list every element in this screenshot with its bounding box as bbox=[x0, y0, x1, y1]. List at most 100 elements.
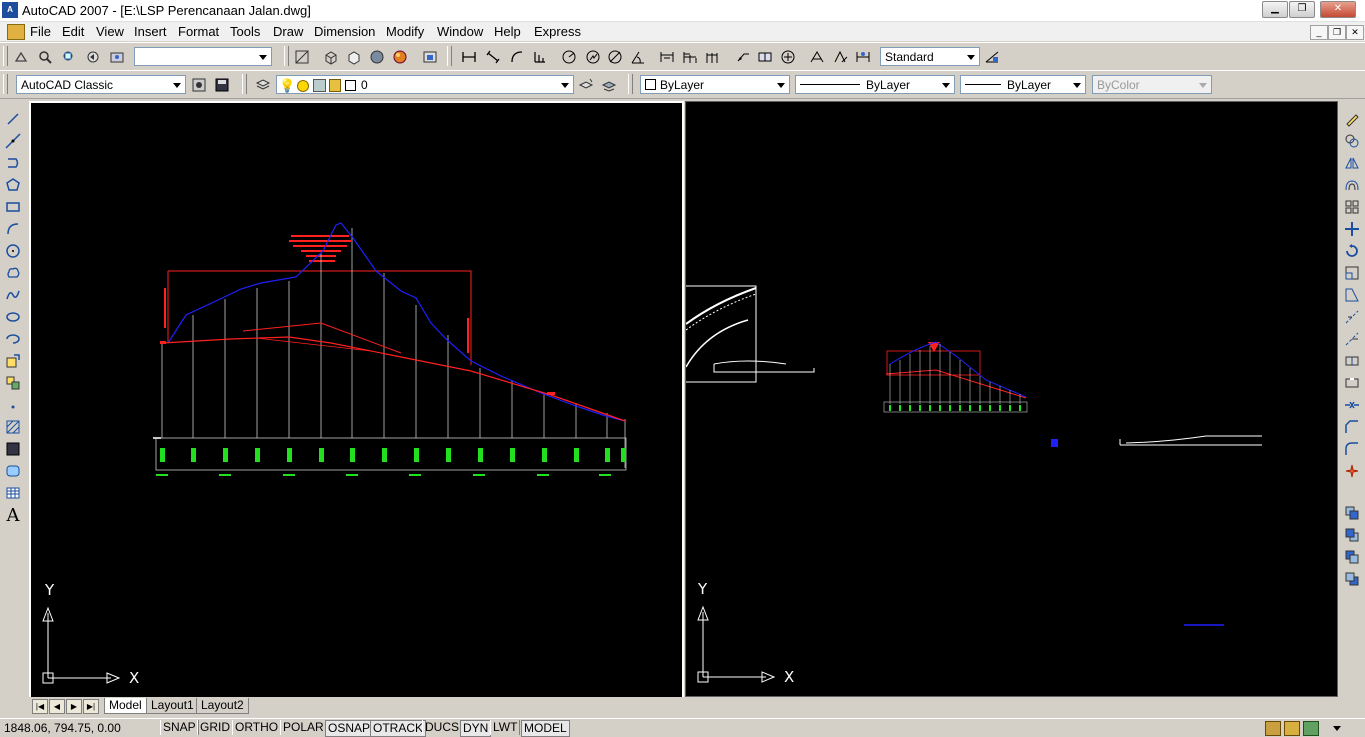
doc-minimize-button[interactable]: _ bbox=[1310, 25, 1328, 40]
render-sphere-icon[interactable] bbox=[391, 48, 409, 65]
first-tab-button[interactable]: |◀ bbox=[32, 699, 48, 714]
point-icon[interactable] bbox=[3, 395, 23, 415]
ordinate-dimension-icon[interactable] bbox=[531, 48, 549, 65]
dyn-toggle[interactable]: DYN bbox=[460, 720, 492, 737]
trim-icon[interactable] bbox=[1342, 307, 1362, 327]
jogged-dimension-icon[interactable] bbox=[584, 48, 602, 65]
lwt-toggle[interactable]: LWT bbox=[490, 720, 521, 735]
offset-icon[interactable] bbox=[1342, 175, 1362, 195]
multiline-text-icon[interactable]: A bbox=[3, 505, 23, 526]
3d-view-icon[interactable] bbox=[293, 48, 311, 65]
construction-line-icon[interactable] bbox=[3, 131, 23, 151]
radius-dimension-icon[interactable] bbox=[560, 48, 578, 65]
workspace-settings-icon[interactable] bbox=[190, 76, 208, 93]
pan-realtime-icon[interactable] bbox=[12, 48, 30, 65]
aligned-dimension-icon[interactable] bbox=[484, 48, 502, 65]
named-view-combo[interactable] bbox=[134, 47, 272, 66]
leader-icon[interactable] bbox=[734, 48, 752, 65]
menu-view[interactable]: View bbox=[96, 24, 124, 39]
polyline-icon[interactable] bbox=[3, 153, 23, 173]
revision-cloud-icon[interactable] bbox=[3, 263, 23, 283]
model-toggle[interactable]: MODEL bbox=[521, 720, 570, 737]
sun-thaw-icon[interactable] bbox=[297, 80, 309, 92]
explode-icon[interactable] bbox=[1342, 461, 1362, 481]
doc-restore-button[interactable]: ❐ bbox=[1328, 25, 1346, 40]
menu-help[interactable]: Help bbox=[494, 24, 521, 39]
prev-tab-button[interactable]: ◀ bbox=[49, 699, 65, 714]
diameter-dimension-icon[interactable] bbox=[606, 48, 624, 65]
dimension-edit-icon[interactable] bbox=[808, 48, 826, 65]
color-control-combo[interactable]: ByLayer bbox=[640, 75, 790, 94]
document-icon[interactable] bbox=[7, 24, 25, 40]
grid-toggle[interactable]: GRID bbox=[197, 720, 233, 735]
last-tab-button[interactable]: ▶| bbox=[83, 699, 99, 714]
minimize-button[interactable]: ▁ bbox=[1262, 1, 1288, 18]
move-icon[interactable] bbox=[1342, 219, 1362, 239]
gradient-icon[interactable] bbox=[3, 439, 23, 459]
make-block-icon[interactable] bbox=[3, 373, 23, 393]
menu-modify[interactable]: Modify bbox=[386, 24, 424, 39]
mirror-icon[interactable] bbox=[1342, 153, 1362, 173]
insert-block-icon[interactable] bbox=[3, 351, 23, 371]
chevron-down-icon[interactable] bbox=[1330, 721, 1344, 734]
region-icon[interactable] bbox=[3, 461, 23, 481]
rectangle-icon[interactable] bbox=[3, 197, 23, 217]
menu-express[interactable]: Express bbox=[534, 24, 581, 39]
maximize-button[interactable]: ❐ bbox=[1289, 1, 1315, 18]
menu-dimension[interactable]: Dimension bbox=[314, 24, 375, 39]
sphere-icon[interactable] bbox=[368, 48, 386, 65]
dimension-update-icon[interactable] bbox=[854, 48, 872, 65]
angular-dimension-icon[interactable] bbox=[629, 48, 647, 65]
zoom-window-icon[interactable] bbox=[60, 48, 78, 65]
save-workspace-icon[interactable] bbox=[213, 76, 231, 93]
materials-icon[interactable] bbox=[421, 48, 439, 65]
continue-dimension-icon[interactable] bbox=[704, 48, 722, 65]
bring-to-front-icon[interactable] bbox=[1342, 503, 1362, 523]
tolerance-icon[interactable] bbox=[756, 48, 774, 65]
arc-length-icon[interactable] bbox=[508, 48, 526, 65]
otrack-toggle[interactable]: OTRACK bbox=[370, 720, 427, 737]
unlock-icon[interactable] bbox=[329, 79, 341, 92]
copy-icon[interactable] bbox=[1342, 131, 1362, 151]
menu-format[interactable]: Format bbox=[178, 24, 219, 39]
send-to-back-icon[interactable] bbox=[1342, 525, 1362, 545]
linetype-control-combo[interactable]: ByLayer bbox=[795, 75, 955, 94]
hatch-icon[interactable] bbox=[3, 417, 23, 437]
next-tab-button[interactable]: ▶ bbox=[66, 699, 82, 714]
menu-window[interactable]: Window bbox=[437, 24, 483, 39]
coordinate-readout[interactable]: 1848.06, 794.75, 0.00 bbox=[4, 721, 121, 735]
polar-toggle[interactable]: POLAR bbox=[280, 720, 327, 735]
line-icon[interactable] bbox=[3, 109, 23, 129]
break-at-point-icon[interactable] bbox=[1342, 351, 1362, 371]
autocad-icon[interactable]: A bbox=[2, 2, 18, 18]
chamfer-icon[interactable] bbox=[1342, 417, 1362, 437]
spline-icon[interactable] bbox=[3, 285, 23, 305]
close-button[interactable]: ✕ bbox=[1320, 1, 1356, 18]
menu-insert[interactable]: Insert bbox=[134, 24, 167, 39]
ortho-toggle[interactable]: ORTHO bbox=[232, 720, 282, 735]
right-viewport[interactable]: Y X bbox=[685, 101, 1338, 697]
zoom-realtime-icon[interactable] bbox=[36, 48, 54, 65]
layer-previous-icon[interactable] bbox=[600, 76, 618, 93]
bring-above-icon[interactable] bbox=[1342, 547, 1362, 567]
snap-toggle[interactable]: SNAP bbox=[160, 720, 199, 735]
baseline-dimension-icon[interactable] bbox=[681, 48, 699, 65]
box-icon[interactable] bbox=[322, 48, 340, 65]
lightbulb-on-icon[interactable]: 💡 bbox=[279, 77, 295, 95]
ellipse-icon[interactable] bbox=[3, 307, 23, 327]
table-icon[interactable] bbox=[3, 483, 23, 503]
menu-tools[interactable]: Tools bbox=[230, 24, 260, 39]
join-icon[interactable] bbox=[1342, 395, 1362, 415]
dimension-text-edit-icon[interactable] bbox=[832, 48, 850, 65]
layer-manager-icon[interactable] bbox=[254, 76, 272, 93]
tab-layout1[interactable]: Layout1 bbox=[146, 698, 199, 714]
arc-icon[interactable] bbox=[3, 219, 23, 239]
make-object-layer-current-icon[interactable] bbox=[577, 76, 595, 93]
lineweight-control-combo[interactable]: ByLayer bbox=[960, 75, 1086, 94]
osnap-toggle[interactable]: OSNAP bbox=[325, 720, 374, 737]
layer-combo[interactable]: 💡 0 bbox=[276, 75, 574, 94]
dimension-style-icon[interactable] bbox=[983, 48, 1001, 65]
center-mark-icon[interactable] bbox=[779, 48, 797, 65]
polygon-icon[interactable] bbox=[3, 175, 23, 195]
array-icon[interactable] bbox=[1342, 197, 1362, 217]
